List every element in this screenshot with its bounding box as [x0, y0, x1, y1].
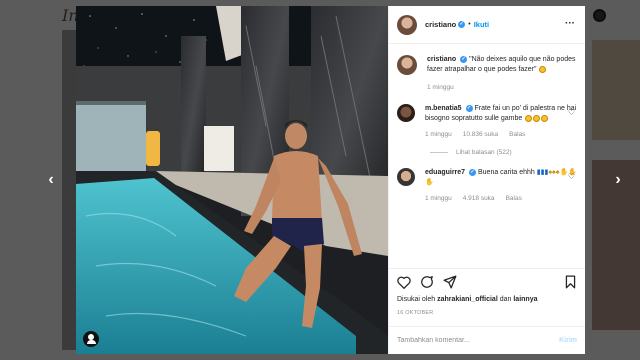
post-header: cristiano ✓ • Ikuti ···: [389, 6, 585, 44]
verified-icon: ✓: [458, 21, 466, 28]
prev-post-arrow-icon[interactable]: ‹: [43, 172, 59, 188]
comment-heart-icon[interactable]: ♡: [568, 108, 575, 117]
comment-body: m.benatia5 ✓ Frate fai un po' di palestr…: [425, 104, 577, 140]
share-icon[interactable]: [443, 275, 457, 289]
replies-line: [430, 152, 448, 153]
grin-emoji-icon: [541, 114, 549, 122]
comment-likes[interactable]: 4.918 suka: [463, 194, 495, 204]
follow-button[interactable]: Ikuti: [474, 20, 489, 29]
separator-dot: •: [468, 21, 471, 28]
comment-time[interactable]: 1 minggu: [425, 194, 452, 204]
verified-icon: ✓: [465, 104, 473, 112]
comment-box: Kirim: [389, 326, 585, 354]
caption-body: cristiano ✓ "Não deixes aquilo que não p…: [427, 55, 577, 93]
verified-icon: ✓: [460, 55, 468, 63]
comment-text: Buena carita ehhh: [477, 169, 535, 176]
more-icon[interactable]: ···: [565, 19, 575, 29]
comment-item: eduaguirre7 ✓ Buena carita ehhh ▮▮▮♠♠♠✋✋…: [397, 168, 577, 204]
caption-time[interactable]: 1 minggu: [427, 83, 454, 93]
comment-body: eduaguirre7 ✓ Buena carita ehhh ▮▮▮♠♠♠✋✋…: [425, 168, 577, 204]
heart-icon[interactable]: [397, 276, 411, 289]
comment-input[interactable]: [397, 337, 560, 344]
comment-username[interactable]: m.benatia5: [425, 105, 462, 112]
liked-by-suffix: dan: [497, 296, 514, 303]
post-comment-button[interactable]: Kirim: [559, 337, 577, 344]
liked-by: Disukai oleh zahrakiani_official dan lai…: [397, 296, 577, 303]
caption-row: cristiano ✓ "Não deixes aquilo que não p…: [397, 55, 577, 93]
flag-emoji-icons: ▮▮▮: [536, 169, 549, 176]
comment-likes[interactable]: 10.836 suka: [463, 130, 498, 140]
action-icons: [397, 269, 577, 295]
grin-emoji-icon: [525, 114, 533, 122]
comment-meta: 1 minggu 10.836 suka Balas: [425, 130, 577, 140]
avatar[interactable]: [397, 168, 415, 186]
avatar[interactable]: [397, 14, 417, 35]
comment-username[interactable]: eduaguirre7: [425, 169, 465, 176]
comment-icon[interactable]: [420, 275, 434, 289]
comment-meta: 1 minggu 4.918 suka Balas: [425, 194, 577, 204]
post-sidebar: cristiano ✓ • Ikuti ··· cristiano ✓ "Não…: [388, 6, 585, 354]
next-post-arrow-icon[interactable]: ›: [610, 172, 626, 188]
avatar[interactable]: [397, 55, 417, 75]
post-date[interactable]: 16 OKTOBER: [397, 310, 577, 316]
reply-button[interactable]: Balas: [509, 130, 525, 140]
user-tag-icon[interactable]: [83, 331, 99, 347]
post-photo[interactable]: [76, 6, 388, 354]
grin-emoji-icon: [539, 65, 547, 73]
caption-username[interactable]: cristiano: [427, 56, 456, 63]
caption-meta: 1 minggu: [427, 83, 577, 93]
post-actions: Disukai oleh zahrakiani_official dan lai…: [389, 268, 585, 316]
avatar[interactable]: [397, 104, 415, 122]
liked-by-prefix: Disukai oleh: [397, 296, 438, 303]
muscle-emoji-icons: ♠♠♠: [548, 169, 560, 176]
comment-time[interactable]: 1 minggu: [425, 130, 452, 140]
view-replies-label: Lihat balasan (522): [456, 149, 512, 156]
liked-by-others[interactable]: lainnya: [513, 296, 537, 303]
reply-button[interactable]: Balas: [506, 194, 522, 204]
comment-heart-icon[interactable]: ♡: [568, 172, 575, 181]
comment-item: m.benatia5 ✓ Frate fai un po' di palestr…: [397, 104, 577, 140]
liked-by-user[interactable]: zahrakiani_official: [437, 296, 498, 303]
bookmark-icon[interactable]: [564, 275, 577, 289]
comments-list[interactable]: cristiano ✓ "Não deixes aquilo que não p…: [389, 44, 585, 266]
post-username[interactable]: cristiano: [425, 20, 456, 29]
grin-emoji-icon: [533, 114, 541, 122]
view-replies-button[interactable]: Lihat balasan (522): [430, 149, 577, 156]
verified-icon: ✓: [469, 168, 477, 176]
post-modal: cristiano ✓ • Ikuti ··· cristiano ✓ "Não…: [76, 6, 585, 354]
